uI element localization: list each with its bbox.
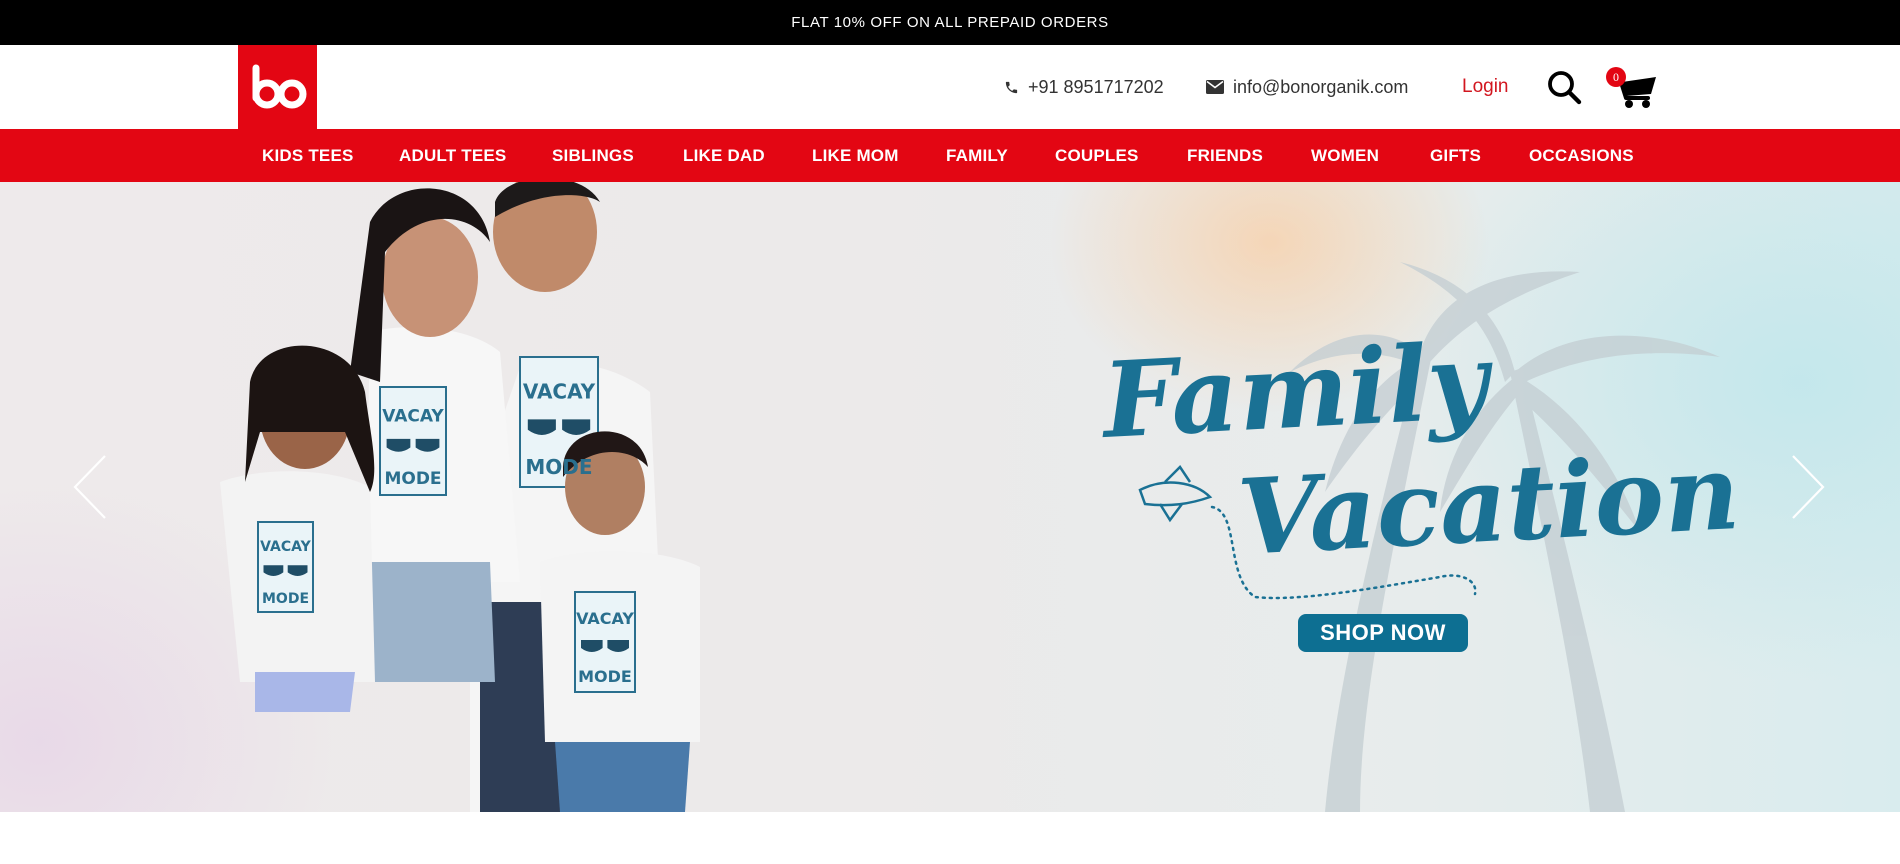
chevron-right-icon <box>1792 455 1825 519</box>
hero-title-line2: Vacation <box>1235 430 1743 579</box>
search-button[interactable] <box>1546 69 1582 105</box>
login-link[interactable]: Login <box>1462 45 1509 129</box>
phone-number: +91 8951717202 <box>1028 76 1164 97</box>
nav-item-kids-tees[interactable]: KIDS TEES <box>262 129 354 182</box>
nav-item-couples[interactable]: COUPLES <box>1055 129 1139 182</box>
phone-icon <box>1004 80 1019 95</box>
shop-now-button[interactable]: SHOP NOW <box>1298 614 1468 652</box>
nav-item-occasions[interactable]: OCCASIONS <box>1529 129 1634 182</box>
nav-item-like-mom[interactable]: LIKE MOM <box>812 129 899 182</box>
nav-item-friends[interactable]: FRIENDS <box>1187 129 1263 182</box>
promo-text: FLAT 10% OFF ON ALL PREPAID ORDERS <box>791 14 1109 31</box>
cart-button[interactable]: 0 <box>1606 65 1658 111</box>
hero-banner-image: VACAY MODE VACAY MODE VACAY MODE VACAY MODE Fam… <box>220 182 1743 812</box>
tee-print-text: VACAY <box>260 539 311 555</box>
contact-email[interactable]: info@bonorganik.com <box>1206 45 1408 129</box>
contact-phone[interactable]: +91 8951717202 <box>1004 45 1164 129</box>
cart-count-badge: 0 <box>1606 67 1626 87</box>
nav-item-women[interactable]: WOMEN <box>1311 129 1379 182</box>
nav-item-siblings[interactable]: SIBLINGS <box>552 129 634 182</box>
main-nav: KIDS TEES ADULT TEES SIBLINGS LIKE DAD L… <box>0 129 1900 182</box>
nav-item-family[interactable]: FAMILY <box>946 129 1008 182</box>
tee-print-text: MODE <box>578 667 632 686</box>
email-address: info@bonorganik.com <box>1233 76 1409 97</box>
family-photo: VACAY MODE VACAY MODE VACAY MODE VACAY MODE <box>220 182 700 812</box>
tee-print-text: VACAY <box>382 407 444 427</box>
envelope-icon <box>1206 80 1224 94</box>
chevron-left-icon <box>73 455 106 519</box>
tee-print-text: MODE <box>525 455 592 479</box>
site-header: +91 8951717202 info@bonorganik.com Login… <box>0 45 1900 129</box>
brand-logo[interactable] <box>238 45 317 129</box>
tee-print-text: MODE <box>384 469 441 489</box>
nav-item-adult-tees[interactable]: ADULT TEES <box>399 129 506 182</box>
nav-item-like-dad[interactable]: LIKE DAD <box>683 129 765 182</box>
airplane-icon <box>1138 465 1213 523</box>
tee-print-text: VACAY <box>576 609 634 628</box>
tee-print-text: VACAY <box>523 380 596 404</box>
promo-bar: FLAT 10% OFF ON ALL PREPAID ORDERS <box>0 0 1900 45</box>
search-icon <box>1548 71 1582 105</box>
logo-mark <box>252 64 306 109</box>
hero-slider: VACAY MODE VACAY MODE VACAY MODE VACAY MODE Fam… <box>0 182 1900 812</box>
tee-print-text: MODE <box>262 591 309 607</box>
hero-title-line1: Family <box>1097 319 1497 462</box>
nav-item-gifts[interactable]: GIFTS <box>1430 129 1481 182</box>
